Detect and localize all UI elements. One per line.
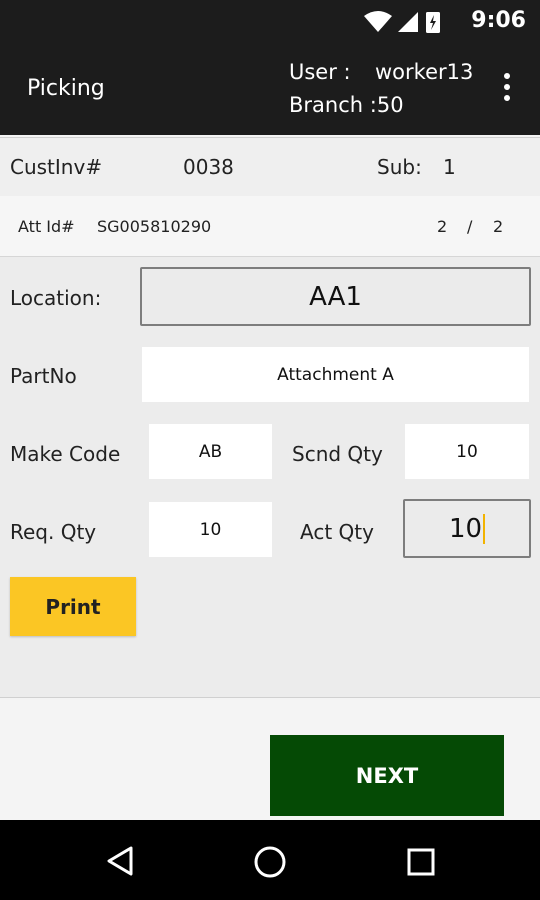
home-icon[interactable] [253, 845, 287, 879]
status-icons [364, 11, 440, 33]
location-field[interactable]: AA1 [140, 267, 531, 326]
branch-info: Branch :50 [289, 93, 404, 117]
recents-icon[interactable] [406, 847, 436, 877]
page-separator: / [467, 217, 473, 236]
actqty-field[interactable]: 10 [403, 499, 531, 558]
sub-label: Sub: [377, 155, 422, 179]
wifi-icon [364, 11, 392, 32]
custinv-value: 0038 [183, 155, 234, 179]
location-label: Location: [10, 286, 102, 310]
page-current: 2 [437, 217, 448, 236]
attachment-row: Att Id# SG005810290 2 / 2 [0, 196, 540, 257]
scndqty-label: Scnd Qty [292, 442, 383, 466]
actqty-value: 10 [448, 513, 483, 544]
scndqty-field[interactable]: 10 [405, 424, 529, 479]
partno-label: PartNo [10, 364, 77, 388]
makecode-label: Make Code [10, 442, 121, 466]
customer-invoice-row: CustInv# 0038 Sub: 1 [0, 137, 540, 197]
app-bar: Picking User : worker13 Branch :50 [0, 45, 540, 135]
status-bar: 9:06 [0, 0, 540, 45]
makecode-field[interactable]: AB [149, 424, 272, 479]
text-cursor [483, 513, 486, 544]
next-button[interactable]: NEXT [270, 735, 504, 816]
user-value: worker13 [375, 60, 474, 84]
picking-form: Location: AA1 PartNo Attachment A Make C… [0, 257, 540, 698]
app-title: Picking [27, 76, 105, 101]
navigation-bar [0, 820, 540, 900]
status-time: 9:06 [471, 8, 526, 33]
partno-field[interactable]: Attachment A [142, 347, 529, 402]
overflow-menu-icon[interactable] [502, 73, 512, 107]
att-id-value: SG005810290 [97, 217, 212, 236]
back-icon[interactable] [104, 845, 136, 877]
user-info: User : worker13 [289, 60, 473, 84]
reqqty-label: Req. Qty [10, 520, 97, 544]
signal-icon [398, 12, 418, 32]
page-total: 2 [493, 217, 504, 236]
custinv-label: CustInv# [10, 155, 103, 179]
branch-value: 50 [376, 93, 404, 117]
att-id-label: Att Id# [18, 217, 75, 236]
actqty-label: Act Qty [300, 520, 374, 544]
sub-value: 1 [443, 155, 456, 179]
branch-label: Branch : [289, 93, 377, 117]
print-button[interactable]: Print [10, 577, 136, 636]
reqqty-field[interactable]: 10 [149, 502, 272, 557]
user-label: User : [289, 60, 351, 84]
